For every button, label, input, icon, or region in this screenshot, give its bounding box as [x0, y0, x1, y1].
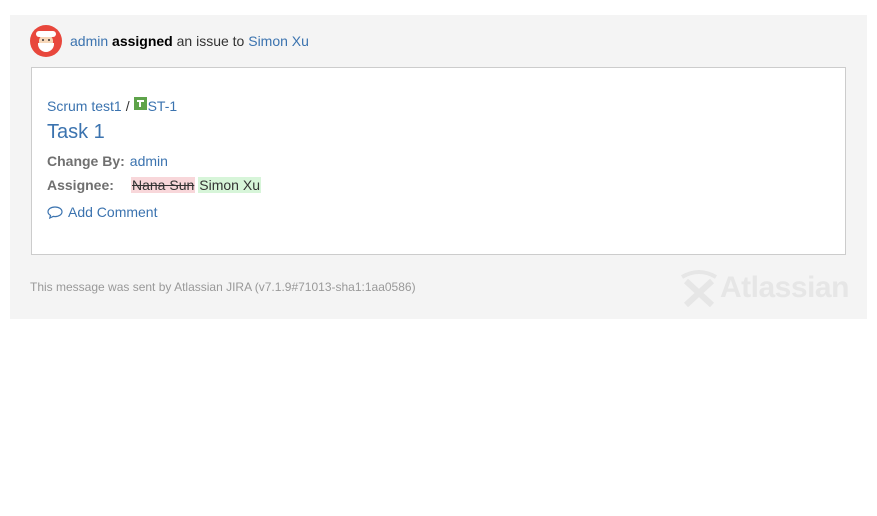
header-middle-text: an issue to — [176, 33, 245, 49]
change-by-label: Change By: — [47, 153, 125, 169]
issue-title[interactable]: Task 1 — [47, 121, 105, 144]
change-by-user-link[interactable]: admin — [130, 153, 168, 169]
comment-icon — [47, 205, 63, 219]
task-icon — [133, 96, 147, 110]
assignee-row: Assignee: Nana Sun Simon Xu — [47, 177, 261, 193]
assignee-new-value: Simon Xu — [198, 177, 261, 193]
add-comment-action[interactable]: Add Comment — [47, 204, 157, 220]
actor-link[interactable]: admin — [70, 33, 108, 49]
email-notification: admin assigned an issue to Simon Xu Scru… — [10, 15, 867, 319]
footer-message: This message was sent by Atlassian JIRA … — [30, 280, 416, 294]
action-verb: assigned — [112, 33, 173, 49]
change-by-row: Change By: admin — [47, 153, 168, 169]
atlassian-logo-icon — [680, 270, 718, 307]
breadcrumb: Scrum test1 / ST-1 — [47, 96, 178, 114]
add-comment-link[interactable]: Add Comment — [68, 204, 157, 220]
avatar-hat — [36, 31, 56, 37]
header-text: admin assigned an issue to Simon Xu — [70, 33, 309, 49]
atlassian-logo: Atlassian — [678, 269, 849, 307]
notification-header: admin assigned an issue to Simon Xu — [30, 25, 309, 57]
avatar — [30, 25, 62, 57]
breadcrumb-separator: / — [125, 98, 130, 114]
assignee-old-value: Nana Sun — [131, 177, 196, 193]
target-user-link[interactable]: Simon Xu — [248, 33, 309, 49]
assignee-label: Assignee: — [47, 177, 114, 193]
issue-key-link[interactable]: ST-1 — [148, 98, 178, 114]
avatar-eye — [42, 39, 44, 41]
avatar-beard — [38, 43, 54, 52]
atlassian-logo-text: Atlassian — [720, 271, 849, 304]
issue-card: Scrum test1 / ST-1 Task 1 Change By: adm… — [31, 67, 846, 255]
project-link[interactable]: Scrum test1 — [47, 98, 122, 114]
avatar-eye — [48, 39, 50, 41]
